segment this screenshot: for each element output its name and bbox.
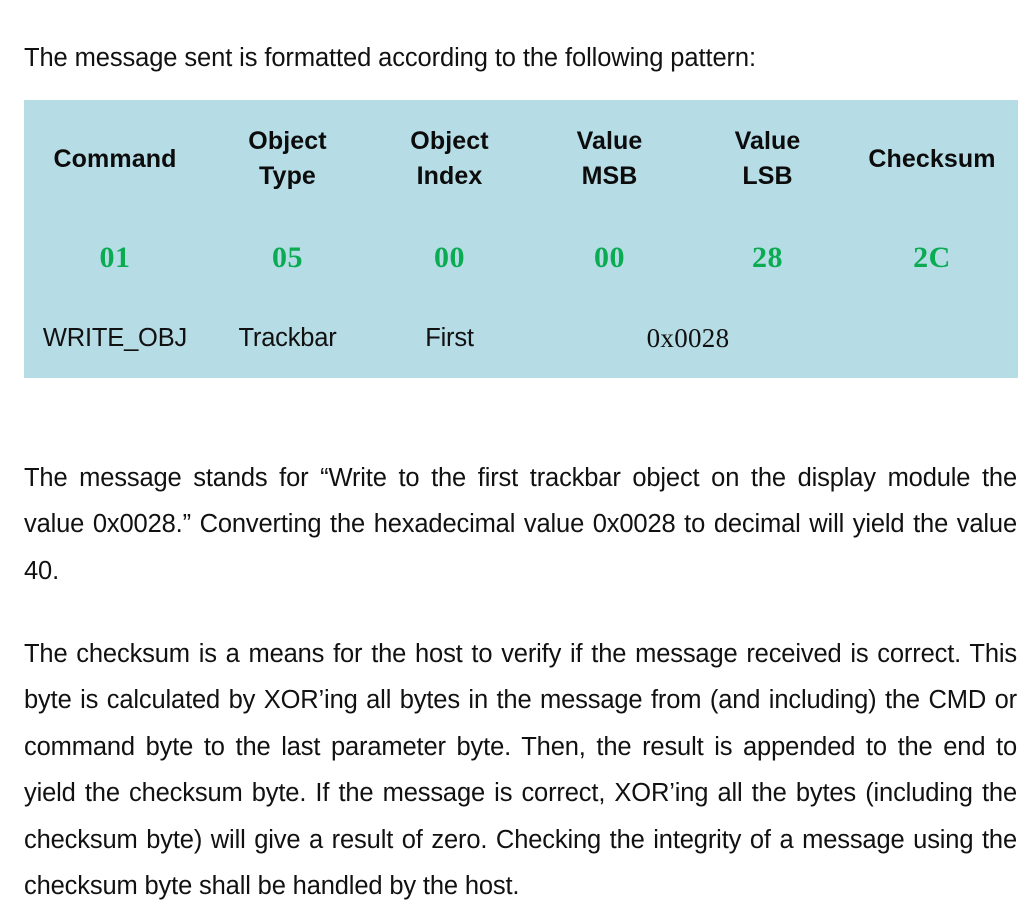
header-object-index-line2: Index <box>416 162 483 190</box>
meaning-command: WRITE_OBJ <box>24 298 206 378</box>
table-header-row: Command Object Type Object Index Value M… <box>24 100 1018 218</box>
paragraph-checksum-explanation: The checksum is a means for the host to … <box>24 639 1017 901</box>
header-value-lsb-line1: Value <box>734 127 801 155</box>
hex-value-lsb: 28 <box>689 218 846 298</box>
header-value-lsb-line2: LSB <box>742 162 793 190</box>
header-object-type-line1: Object <box>248 127 327 155</box>
header-value-msb-line1: Value <box>576 127 643 155</box>
header-checksum-line1: Checksum <box>868 144 996 173</box>
header-checksum: Checksum <box>846 100 1018 218</box>
header-object-index: Object Index <box>369 100 530 218</box>
header-object-index-line1: Object <box>410 127 489 155</box>
message-format-table: Command Object Type Object Index Value M… <box>24 100 1018 378</box>
header-command: Command <box>24 100 206 218</box>
meaning-object-type: Trackbar <box>206 298 369 378</box>
hex-object-index: 00 <box>369 218 530 298</box>
paragraph-message-meaning: The message stands for “Write to the fir… <box>24 463 1017 585</box>
header-object-type: Object Type <box>206 100 369 218</box>
header-object-type-line2: Type <box>259 162 316 190</box>
table-hex-row: 01 05 00 00 28 2C <box>24 218 1018 298</box>
intro-paragraph: The message sent is formatted according … <box>24 43 756 72</box>
header-value-msb: Value MSB <box>530 100 689 218</box>
header-command-line1: Command <box>53 144 177 173</box>
document-page: The message sent is formatted according … <box>0 0 1025 912</box>
header-value-lsb: Value LSB <box>689 100 846 218</box>
meaning-checksum <box>846 298 1018 378</box>
hex-object-type: 05 <box>206 218 369 298</box>
hex-command: 01 <box>24 218 206 298</box>
meaning-object-index: First <box>369 298 530 378</box>
header-value-msb-line2: MSB <box>581 162 638 190</box>
hex-checksum: 2C <box>846 218 1018 298</box>
meaning-value: 0x0028 <box>530 298 846 378</box>
table-meaning-row: WRITE_OBJ Trackbar First 0x0028 <box>24 298 1018 378</box>
hex-value-msb: 00 <box>530 218 689 298</box>
